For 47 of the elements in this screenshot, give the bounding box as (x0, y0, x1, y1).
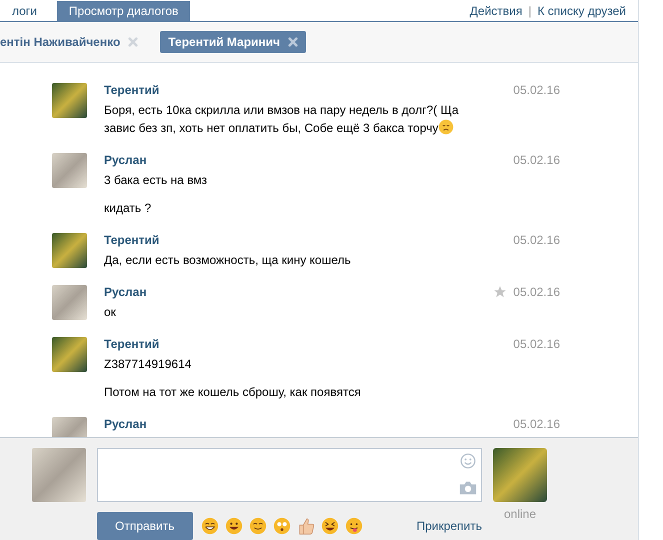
author-name[interactable]: Терентий (104, 233, 160, 247)
message-date: 05.02.16 (513, 83, 560, 97)
message-date: 05.02.16 (513, 417, 560, 431)
page-tab[interactable]: Просмотр диалогов (56, 1, 190, 21)
author-name[interactable]: Руслан (104, 153, 147, 167)
message-text: Боря, есть 10ка скрилла или вмзов на пару недель в долг?( Ща завис без зп, хоть нет оплатить бы, Собе ещё 3 бакса торчу (104, 102, 460, 137)
message-date: 05.02.16 (513, 233, 560, 247)
header-link[interactable]: К списку друзей (537, 4, 626, 18)
separator-text: | (528, 4, 532, 18)
avatar-photo[interactable] (52, 285, 87, 320)
avatar-photo[interactable] (52, 337, 87, 372)
camera-icon[interactable] (459, 480, 477, 496)
author-name[interactable]: Терентий (104, 337, 160, 351)
header-link[interactable]: Действия (470, 4, 522, 18)
emoji-icon[interactable] (224, 517, 243, 535)
message-text: Да, если есть возможность, ща кину кошель (104, 252, 352, 269)
dialog-tab[interactable]: Терентий Маринич (160, 31, 306, 53)
message-date: 05.02.16 (513, 337, 560, 351)
emoji-icon[interactable] (320, 517, 339, 535)
smiley-icon[interactable] (459, 453, 477, 469)
emoji-icon[interactable] (200, 517, 219, 535)
message-text: кидать ? (104, 200, 152, 217)
message-text: 3 бака есть на вмз (104, 172, 208, 189)
author-name[interactable]: Руслан (104, 285, 147, 299)
dialog-tab[interactable]: ентін Наживайченко (0, 31, 146, 53)
avatar-photo[interactable] (52, 153, 87, 188)
avatar-photo[interactable] (52, 233, 87, 268)
message-text: ок (104, 304, 117, 321)
page-tab[interactable]: логи (0, 1, 49, 21)
close-icon[interactable] (288, 37, 298, 47)
emoji-icon[interactable] (248, 517, 267, 535)
star-icon[interactable] (493, 285, 508, 299)
author-name[interactable]: Руслан (104, 417, 147, 431)
author-name[interactable]: Терентий (104, 83, 160, 97)
avatar-photo[interactable] (52, 83, 87, 118)
attach-link[interactable]: Прикрепить (416, 519, 482, 533)
send-button[interactable]: Отправить (97, 512, 193, 540)
message-date: 05.02.16 (513, 153, 560, 167)
message-input[interactable] (97, 448, 482, 502)
emoji-icon[interactable] (344, 517, 363, 535)
avatar-photo[interactable] (493, 448, 547, 502)
message-text: Потом на тот же кошель сброшу, как появятся (104, 384, 362, 401)
message-text: Z387714919614 (104, 356, 192, 373)
online-status: online (504, 507, 536, 521)
avatar-photo (32, 448, 86, 502)
thumbs-up-icon[interactable] (296, 517, 315, 535)
message-date: 05.02.16 (513, 285, 560, 299)
